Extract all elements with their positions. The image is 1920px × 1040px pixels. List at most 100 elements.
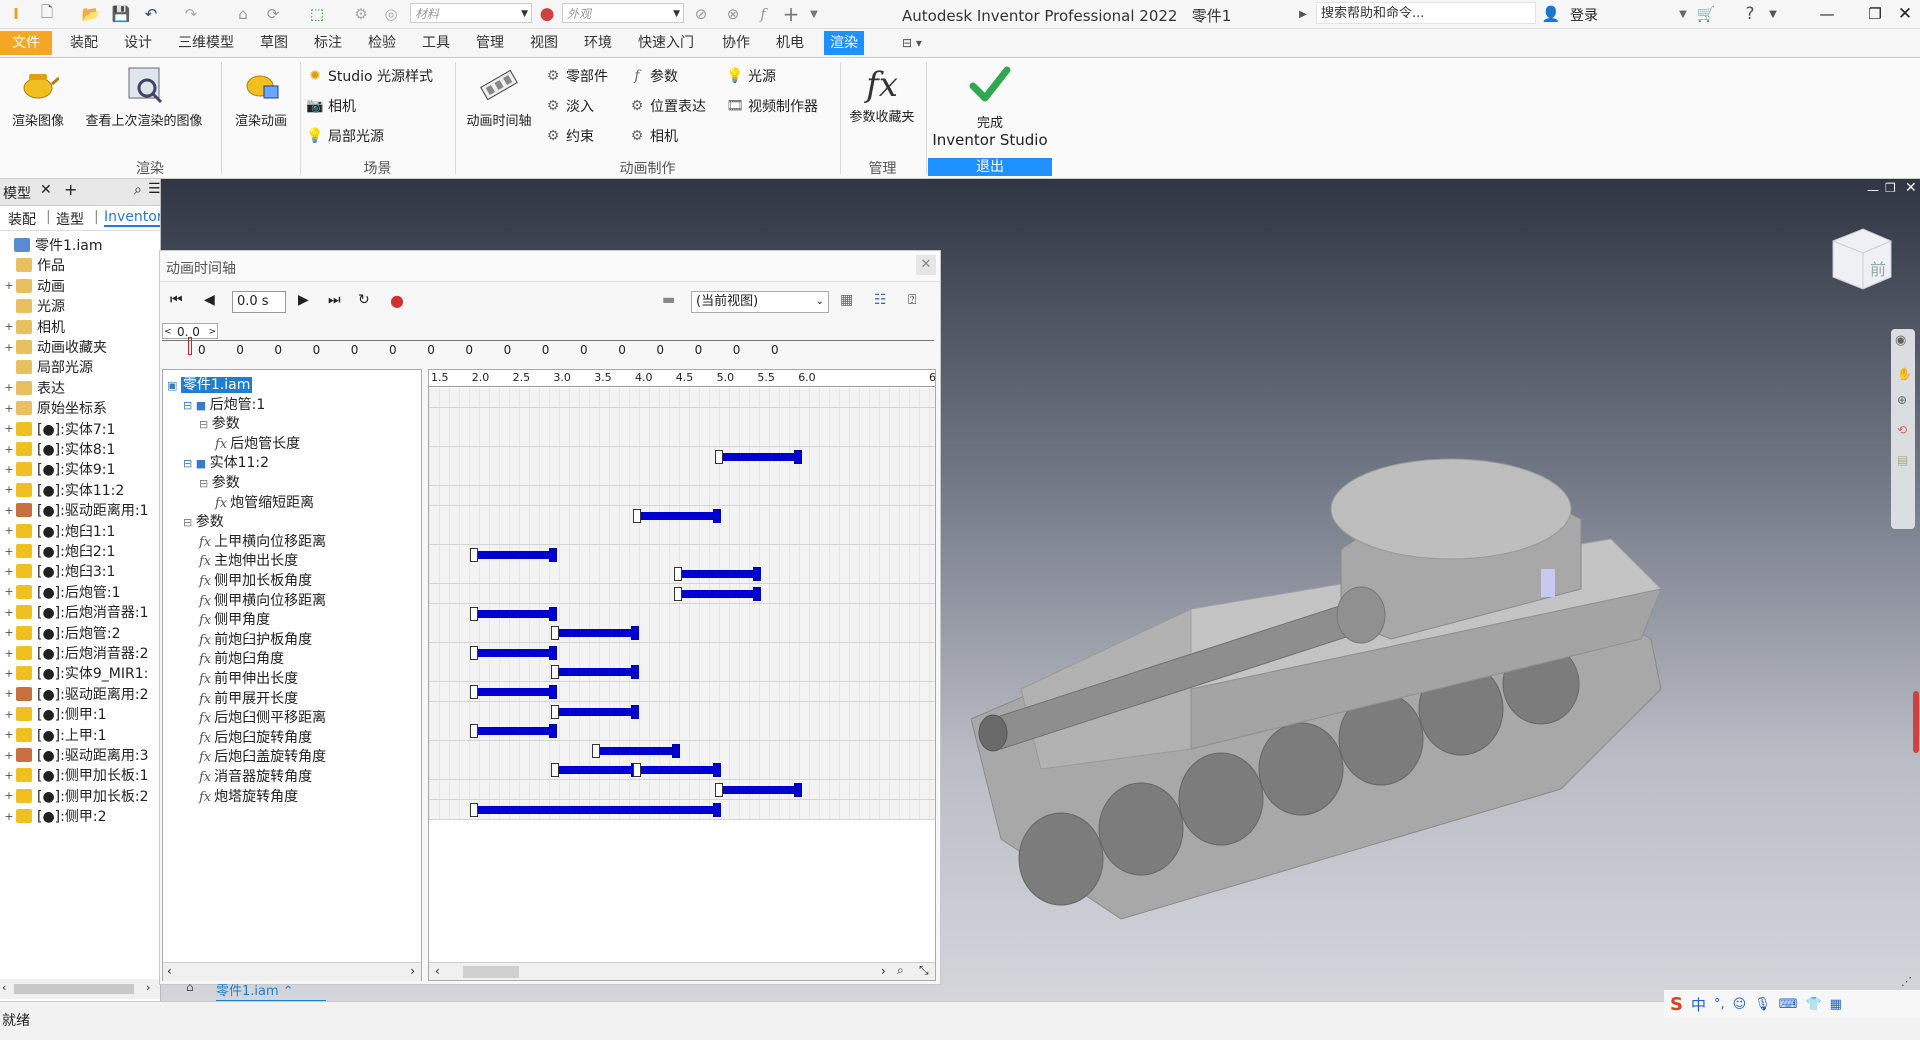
timeline-tree-node[interactable]: ⊟ 参数 <box>199 472 240 492</box>
timeline-grid-row[interactable] <box>429 584 935 604</box>
animate-fade-button[interactable]: ⚙ 淡入 <box>544 96 594 116</box>
go-to-start-icon[interactable]: ⏮ <box>170 292 183 308</box>
browser-node[interactable]: 零件1.iam <box>2 235 102 255</box>
browser-node[interactable]: + [●]:侧甲加长板:1 <box>4 765 148 785</box>
viewport-minimize-icon[interactable]: — <box>1867 183 1879 197</box>
help-icon[interactable]: ? <box>1738 3 1762 25</box>
add-camera-action-icon[interactable]: ▦ <box>840 292 853 308</box>
timeline-tree-node[interactable]: fx 前甲展开长度 <box>199 688 298 708</box>
action-bar[interactable] <box>471 805 717 814</box>
browser-node[interactable]: + [●]:实体8:1 <box>4 439 115 459</box>
ime-keyboard-icon[interactable]: ⌨ <box>1779 997 1798 1012</box>
browser-node[interactable]: + [●]:驱动距离用:3 <box>4 745 148 765</box>
timeline-grid-row[interactable] <box>429 682 935 702</box>
update-icon[interactable]: ⟳ <box>262 3 284 25</box>
expand-node-icon[interactable]: + <box>4 341 14 354</box>
open-folder-icon[interactable]: 📂 <box>80 3 102 25</box>
action-bar[interactable] <box>553 629 635 638</box>
expand-node-icon[interactable]: + <box>4 545 14 558</box>
action-end-key[interactable] <box>631 704 639 719</box>
expand-node-icon[interactable]: + <box>4 810 14 823</box>
add-icon[interactable]: + <box>780 2 802 26</box>
tab-inspect[interactable]: 检验 <box>362 33 402 55</box>
browser-node[interactable]: + 原始坐标系 <box>4 398 107 418</box>
timeline-grid-row[interactable] <box>429 780 935 800</box>
action-bar[interactable] <box>594 746 676 755</box>
action-bar[interactable] <box>716 452 799 461</box>
animate-camera-button[interactable]: ⚙ 相机 <box>628 126 678 146</box>
browser-node[interactable]: 作品 <box>4 255 65 275</box>
action-end-key[interactable] <box>549 645 558 660</box>
timeline-tree-node[interactable]: fx 前炮臼护板角度 <box>199 629 312 649</box>
viewport-scroll-indicator[interactable] <box>1913 691 1919 753</box>
animate-components-button[interactable]: ⚙ 零部件 <box>544 66 608 86</box>
measure-icon[interactable]: ⚙ <box>350 3 372 25</box>
timeline-tree-node[interactable]: ⊟ ■ 后炮管:1 <box>183 394 265 414</box>
dialog-help-icon[interactable]: ⍰ <box>908 292 916 308</box>
tab-environments[interactable]: 环境 <box>578 33 618 55</box>
timeline-tree-node[interactable]: fx 后炮臼侧平移距离 <box>199 707 326 727</box>
action-bar[interactable] <box>553 766 635 775</box>
action-start-key[interactable] <box>673 567 682 582</box>
inventor-logo-icon[interactable]: I <box>6 3 26 25</box>
expand-node-icon[interactable]: + <box>4 769 14 782</box>
action-bar[interactable] <box>675 570 758 579</box>
time-input[interactable]: 0.0 s <box>232 291 286 313</box>
studio-light-style-button[interactable]: ✹ Studio 光源样式 <box>306 66 433 86</box>
expand-node-icon[interactable]: + <box>4 402 14 415</box>
scene-camera-button[interactable]: 📷 相机 <box>306 96 356 116</box>
grid-zoom-icon[interactable]: ⌕ <box>897 963 904 978</box>
timeline-tree-node[interactable]: fx 前甲伸出长度 <box>199 668 298 688</box>
select-icon[interactable]: ⬚ <box>306 3 328 25</box>
action-end-key[interactable] <box>631 626 639 641</box>
expand-node-icon[interactable]: + <box>4 279 14 292</box>
subtab-modeling[interactable]: 造型 <box>56 209 84 229</box>
timeline-tree-node[interactable]: fx 侧甲横向位移距离 <box>199 590 326 610</box>
timeline-grid-row[interactable] <box>429 799 935 820</box>
animation-timeline-button[interactable]: 动画时间轴 <box>458 64 540 129</box>
action-end-key[interactable] <box>753 587 762 601</box>
browser-node[interactable]: + [●]:实体11:2 <box>4 480 124 500</box>
timeline-grid-row[interactable] <box>429 603 935 624</box>
action-start-key[interactable] <box>714 449 723 464</box>
expand-node-icon[interactable]: + <box>4 749 14 762</box>
browser-node[interactable]: + [●]:后炮消音器:2 <box>4 643 148 663</box>
minimize-icon[interactable]: — <box>1816 3 1838 25</box>
viewport-restore-icon[interactable]: ❐ <box>1885 181 1896 195</box>
action-start-key[interactable] <box>469 606 478 621</box>
browser-node[interactable]: 局部光源 <box>4 357 93 377</box>
browser-node[interactable]: + [●]:实体9:1 <box>4 459 115 479</box>
action-start-key[interactable] <box>551 704 560 719</box>
timeline-grid-row[interactable] <box>429 446 935 467</box>
render-image-button[interactable]: 渲染图像 <box>4 64 72 129</box>
orbit-icon[interactable]: ⟲ <box>1897 423 1907 437</box>
view-last-render-button[interactable]: 查看上次渲染的图像 <box>74 64 214 129</box>
ime-tools-icon[interactable]: ▦ <box>1830 997 1842 1012</box>
browser-node[interactable]: + 动画 <box>4 276 65 296</box>
adjust-icon[interactable]: ⊗ <box>722 3 744 25</box>
browser-node[interactable]: + [●]:后炮消音器:1 <box>4 602 148 622</box>
action-start-key[interactable] <box>551 665 560 680</box>
timeline-grid-row[interactable] <box>429 701 935 722</box>
action-start-key[interactable] <box>673 587 682 601</box>
expand-node-icon[interactable]: + <box>4 320 14 333</box>
timeline-grid-row[interactable] <box>429 564 935 585</box>
action-end-key[interactable] <box>753 567 762 582</box>
timeline-grid-row[interactable] <box>429 740 935 761</box>
tab-view[interactable]: 视图 <box>524 33 564 55</box>
action-end-key[interactable] <box>712 802 721 817</box>
action-start-key[interactable] <box>469 802 478 817</box>
action-bar[interactable] <box>635 511 717 520</box>
clear-appearance-icon[interactable]: ⊘ <box>690 3 712 25</box>
timeline-tree-node[interactable]: fx 后炮管长度 <box>215 433 300 453</box>
timeline-tree-node[interactable]: fx 消音器旋转角度 <box>199 766 312 786</box>
ime-skin-icon[interactable]: 👕 <box>1805 997 1821 1012</box>
close-icon[interactable]: ✕ <box>1894 3 1916 25</box>
timeline-tree-node[interactable]: fx 炮管缩短距离 <box>215 492 314 512</box>
timeline-tree-node[interactable]: fx 侧甲角度 <box>199 609 270 629</box>
dialog-close-icon[interactable]: ✕ <box>916 255 936 275</box>
parameter-favorites-button[interactable]: fx 参数收藏夹 <box>844 64 920 125</box>
video-producer-button[interactable]: 🎞 视频制作器 <box>726 96 818 116</box>
browser-node[interactable]: + [●]:侧甲:2 <box>4 806 106 826</box>
action-end-key[interactable] <box>549 547 558 562</box>
